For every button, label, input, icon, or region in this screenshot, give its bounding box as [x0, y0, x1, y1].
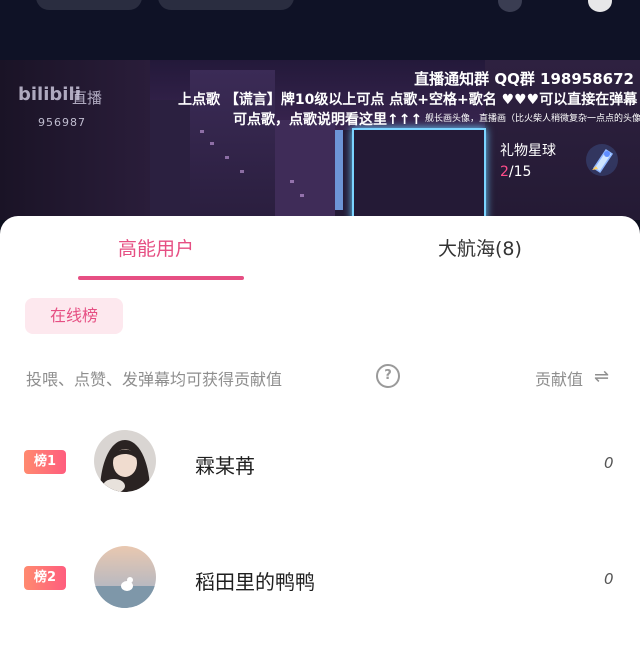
swap-icon[interactable]: ⇌ — [594, 366, 609, 387]
room-id: 956987 — [38, 116, 86, 129]
top-bar — [0, 0, 640, 60]
building — [275, 120, 335, 220]
live-label: 直播 — [72, 89, 103, 107]
rocket-icon[interactable] — [584, 142, 620, 178]
notice-line-2: 上点歌 【谎言】牌10级以上可点 点歌+空格+歌名 ♥♥♥可以直接在弹幕 — [178, 92, 638, 108]
ranking-sheet: 高能用户 大航海(8) 在线榜 投喂、点赞、发弹幕均可获得贡献值 ? 贡献值 ⇌… — [0, 216, 640, 656]
gift-planet-title[interactable]: 礼物星球 — [500, 140, 556, 160]
gift-progress-total: /15 — [508, 164, 532, 180]
top-avatar-dot[interactable] — [498, 0, 522, 12]
rank-badge: 榜1 — [24, 450, 66, 474]
neon-sign — [335, 130, 343, 210]
tab-captains[interactable]: 大航海(8) — [438, 234, 522, 261]
table-row[interactable]: 榜1 霖某苒 0 — [0, 424, 640, 504]
notice-line-3-small: 舰长画头像，直播画（比火柴人稍微复杂一点点的头像） — [425, 114, 640, 124]
top-pill-right[interactable] — [158, 0, 294, 10]
contribution-column-header[interactable]: 贡献值 — [535, 366, 583, 390]
gift-progress-current: 2 — [500, 164, 509, 180]
glowing-screen-frame — [352, 128, 486, 220]
online-ranking-chip[interactable]: 在线榜 — [25, 298, 123, 334]
top-pill-left[interactable] — [36, 0, 142, 10]
gift-progress: 2/15 — [500, 164, 531, 180]
notice-line-1: 直播通知群 QQ群 198958672 — [414, 70, 634, 88]
avatar[interactable] — [94, 430, 156, 492]
avatar[interactable] — [94, 546, 156, 608]
live-video-banner[interactable]: bilibili 直播 956987 直播通知群 QQ群 198958672 上… — [0, 60, 640, 220]
building — [150, 100, 190, 220]
contribution-score: 0 — [604, 454, 614, 472]
user-name[interactable]: 稻田里的鸭鸭 — [195, 566, 315, 595]
rank-badge: 榜2 — [24, 566, 66, 590]
contribution-hint: 投喂、点赞、发弹幕均可获得贡献值 — [26, 370, 283, 389]
active-tab-indicator — [78, 276, 244, 280]
contribution-score: 0 — [604, 570, 614, 588]
user-name[interactable]: 霖某苒 — [195, 450, 255, 479]
top-close-dot[interactable] — [588, 0, 612, 12]
help-icon[interactable]: ? — [376, 364, 400, 388]
notice-line-3: 可点歌，点歌说明看这里↑↑↑ — [233, 112, 423, 128]
table-row[interactable]: 榜2 稻田里的鸭鸭 0 — [0, 540, 640, 620]
tab-high-energy-users[interactable]: 高能用户 — [118, 234, 194, 261]
